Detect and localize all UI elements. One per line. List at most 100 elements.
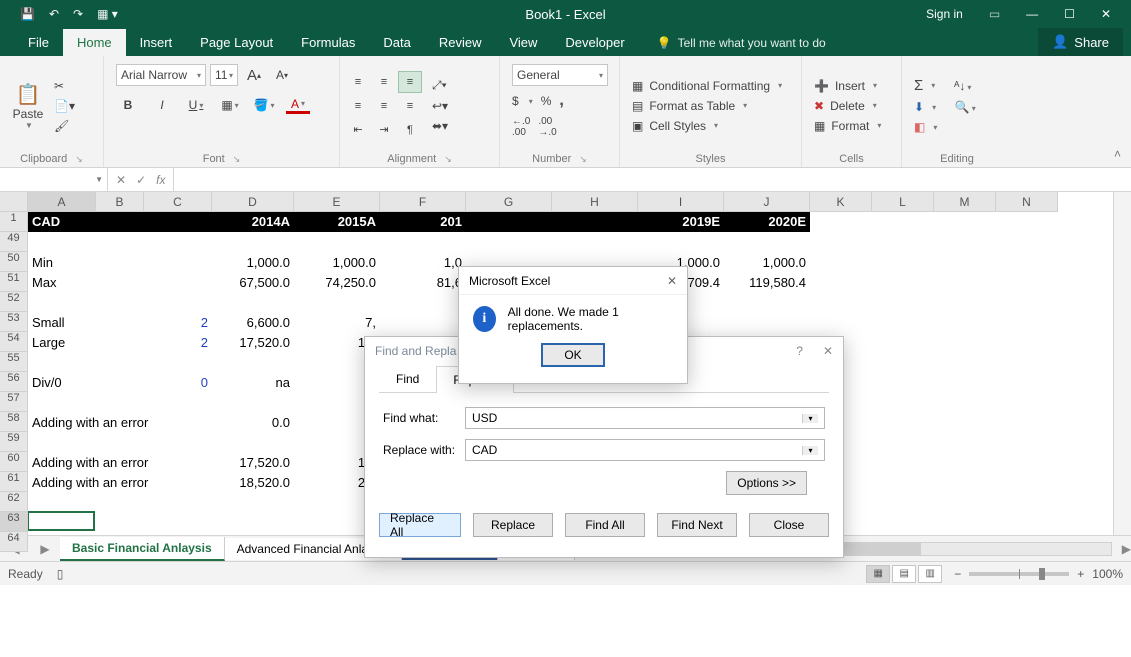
row-header[interactable]: 59 [0, 432, 28, 452]
cell[interactable]: 17,520.0 [212, 332, 294, 352]
cell[interactable]: 67,500.0 [212, 272, 294, 292]
cell[interactable]: 1,000.0 [212, 252, 294, 272]
zoom-out-icon[interactable]: − [954, 567, 961, 581]
row-header[interactable]: 63 [0, 512, 28, 532]
cell[interactable]: Large [28, 332, 96, 352]
merge-icon[interactable]: ⬌▾ [432, 119, 448, 133]
align-right-icon[interactable]: ≡ [398, 95, 422, 117]
bold-button[interactable]: B [116, 94, 140, 116]
column-header[interactable]: E [294, 192, 380, 212]
tell-me[interactable]: 💡 Tell me what you want to do [647, 30, 836, 56]
save-icon[interactable]: 💾 [20, 7, 35, 21]
vertical-scrollbar[interactable] [1113, 192, 1131, 535]
sign-in-link[interactable]: Sign in [926, 7, 963, 21]
column-header[interactable]: F [380, 192, 466, 212]
cell[interactable]: 7, [294, 312, 380, 332]
tab-review[interactable]: Review [425, 29, 496, 56]
row-header[interactable]: 56 [0, 372, 28, 392]
column-header[interactable]: J [724, 192, 810, 212]
chevron-down-icon[interactable]: ▼ [95, 175, 103, 184]
row-header[interactable]: 60 [0, 452, 28, 472]
replace-button[interactable]: Replace [473, 513, 553, 537]
fx-icon[interactable]: fx [156, 173, 165, 187]
paste-button[interactable]: 📋 Paste ▼ [6, 71, 50, 141]
font-size-combo[interactable]: 11▾ [210, 64, 238, 86]
cell[interactable]: Max [28, 272, 96, 292]
tab-formulas[interactable]: Formulas [287, 29, 369, 56]
italic-button[interactable]: I [150, 94, 174, 116]
find-next-button[interactable]: Find Next [657, 513, 737, 537]
replace-with-input[interactable]: CAD▾ [465, 439, 825, 461]
ribbon-options-icon[interactable]: ▭ [989, 7, 1000, 21]
insert-cells-button[interactable]: ➕Insert▾ [814, 79, 881, 93]
column-header[interactable]: N [996, 192, 1058, 212]
select-all-corner[interactable] [0, 192, 28, 212]
font-color-icon[interactable]: A▾ [286, 96, 310, 114]
zoom-in-icon[interactable]: + [1077, 567, 1084, 581]
cell[interactable]: Adding with an error [28, 412, 212, 432]
delete-cells-button[interactable]: ✖Delete▾ [814, 99, 881, 113]
font-name-combo[interactable]: Arial Narrow▾ [116, 64, 206, 86]
row-header[interactable]: 57 [0, 392, 28, 412]
tab-file[interactable]: File [14, 29, 63, 56]
row-header[interactable]: 62 [0, 492, 28, 512]
sort-filter-icon[interactable]: ᴬ↓▾ [954, 79, 971, 93]
chevron-down-icon[interactable]: ▾ [802, 446, 818, 455]
column-header[interactable]: G [466, 192, 552, 212]
collapse-ribbon-icon[interactable]: ˄ [1114, 147, 1121, 161]
enter-formula-icon[interactable]: ✓ [136, 173, 146, 187]
help-icon[interactable]: ? [796, 344, 803, 358]
zoom-level[interactable]: 100% [1092, 567, 1123, 581]
row-header[interactable]: 64 [0, 532, 28, 552]
cell[interactable]: 6,600.0 [212, 312, 294, 332]
column-header[interactable]: C [144, 192, 212, 212]
column-headers[interactable]: ABCDEFGHIJKLMN [28, 192, 1058, 212]
cell[interactable]: 18,520.0 [212, 472, 294, 492]
cancel-formula-icon[interactable]: ✕ [116, 173, 126, 187]
decrease-decimal-icon[interactable]: .00→.0 [538, 116, 556, 138]
cell[interactable]: 1,000.0 [294, 252, 380, 272]
launcher-icon[interactable]: ↘ [579, 154, 587, 165]
cell[interactable]: 0.0 [212, 412, 294, 432]
find-all-button[interactable]: Find All [565, 513, 645, 537]
formula-input[interactable] [174, 168, 1131, 191]
cell[interactable]: na [212, 372, 294, 392]
cell[interactable]: 74,250.0 [294, 272, 380, 292]
fill-color-icon[interactable]: 🪣▾ [252, 94, 276, 116]
tab-home[interactable]: Home [63, 29, 126, 56]
cell[interactable]: Adding with an error [28, 452, 212, 472]
format-as-table-button[interactable]: ▤Format as Table▾ [632, 99, 782, 113]
column-header[interactable]: D [212, 192, 294, 212]
row-header[interactable]: 54 [0, 332, 28, 352]
qat-more-icon[interactable]: ▦ ▾ [97, 7, 118, 21]
percent-icon[interactable]: % [541, 94, 552, 108]
cell[interactable]: 17,520.0 [212, 452, 294, 472]
row-header[interactable]: 49 [0, 232, 28, 252]
tab-view[interactable]: View [495, 29, 551, 56]
tab-data[interactable]: Data [369, 29, 424, 56]
options-button[interactable]: Options >> [726, 471, 807, 495]
align-center-icon[interactable]: ≡ [372, 95, 396, 117]
launcher-icon[interactable]: ↘ [444, 154, 452, 165]
cut-icon[interactable]: ✂ [54, 79, 75, 93]
wrap-text-icon[interactable]: ↩▾ [432, 99, 448, 113]
accounting-icon[interactable]: $ [512, 94, 519, 108]
maximize-icon[interactable]: ☐ [1064, 7, 1075, 21]
page-layout-view-icon[interactable]: ▤ [892, 565, 916, 583]
format-cells-button[interactable]: ▦Format▾ [814, 119, 881, 133]
row-header[interactable]: 1 [0, 212, 28, 232]
align-middle-icon[interactable]: ≡ [372, 71, 396, 93]
cell[interactable]: 0 [144, 372, 212, 392]
cell[interactable]: Small [28, 312, 96, 332]
border-icon[interactable]: ▦▾ [218, 94, 242, 116]
number-format-combo[interactable]: General▾ [512, 64, 608, 86]
fill-button[interactable]: ⬇▾ 🔍▾ [914, 100, 976, 114]
cell[interactable]: 2 [144, 332, 212, 352]
close-button[interactable]: Close [749, 513, 829, 537]
column-header[interactable]: K [810, 192, 872, 212]
cell[interactable]: 1,000.0 [724, 252, 810, 272]
align-bottom-icon[interactable]: ≡ [398, 71, 422, 93]
cell[interactable]: 81,6 [380, 272, 466, 292]
find-select-icon[interactable]: 🔍▾ [955, 100, 976, 114]
ok-button[interactable]: OK [541, 343, 605, 367]
